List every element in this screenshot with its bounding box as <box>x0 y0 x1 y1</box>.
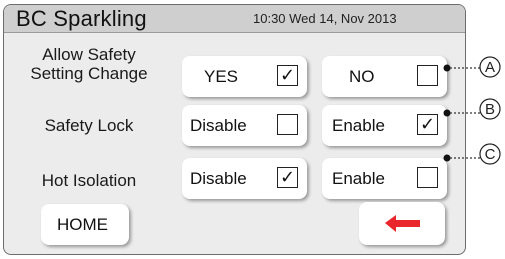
callout-b-text: B <box>485 101 495 118</box>
callout-c-dot <box>443 154 451 162</box>
callout-c: C <box>443 143 501 165</box>
callout-a: A <box>443 56 501 78</box>
callout-b-dot <box>443 109 451 117</box>
callout-markers: A B C <box>443 56 501 165</box>
callout-b: B <box>443 98 501 120</box>
callout-a-text: A <box>485 59 495 76</box>
callout-a-dot <box>443 64 451 72</box>
callout-c-text: C <box>485 146 496 163</box>
